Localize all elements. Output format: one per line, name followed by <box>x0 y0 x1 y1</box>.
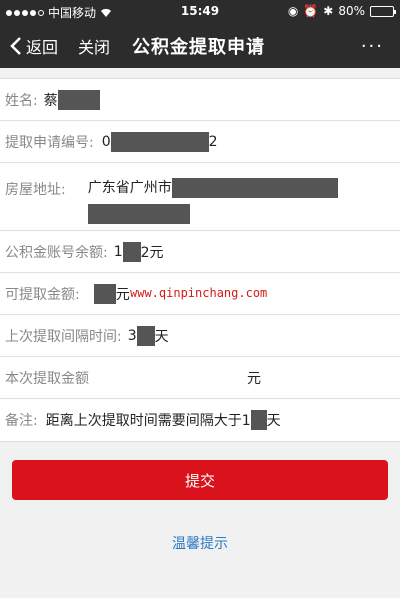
alarm-icon: ⏰ <box>303 4 319 18</box>
name-row: 姓名: 蔡 <box>0 79 400 121</box>
status-bar: 中国移动 15:49 ◉ ⏰ ✱ 80% <box>0 0 400 22</box>
remark-row: 备注: 距离上次提取时间需要间隔大于1 天 <box>0 399 400 441</box>
this-amount-row: 本次提取金额 元 <box>0 357 400 399</box>
last-interval-label: 上次提取间隔时间: <box>5 328 122 345</box>
balance-suffix: 2元 <box>140 244 164 261</box>
application-number-row: 提取申请编号: 0 2 <box>0 121 400 163</box>
balance-label: 公积金账号余额: <box>5 244 108 261</box>
lock-rotation-icon: ◉ <box>287 4 299 18</box>
redacted-block <box>110 131 209 152</box>
redacted-block <box>136 325 155 346</box>
balance-prefix: 1 <box>113 243 123 260</box>
name-label: 姓名: <box>5 92 38 109</box>
redacted-block <box>250 410 267 430</box>
chevron-left-icon <box>10 37 21 55</box>
address-row: 房屋地址: 广东省广州市 <box>0 163 400 231</box>
withdrawal-form: 姓名: 蔡 提取申请编号: 0 2 房屋地址: 广东省广州市 公积金账号余额: … <box>0 78 400 442</box>
watermark: www.qinpinchang.com <box>130 286 268 300</box>
withdrawable-suffix: 元 <box>115 286 130 303</box>
back-label: 返回 <box>26 38 59 57</box>
last-interval-row: 上次提取间隔时间: 3 天 <box>0 315 400 357</box>
warm-tips-link[interactable]: 温馨提示 <box>0 533 400 553</box>
redacted-block <box>57 89 100 110</box>
this-amount-suffix[interactable]: 元 <box>247 368 261 388</box>
redacted-block <box>93 283 116 304</box>
address-value: 广东省广州市 <box>87 180 172 196</box>
nav-bar: 返回 关闭 公积金提取申请 ··· <box>0 22 400 68</box>
more-menu-button[interactable]: ··· <box>361 36 384 57</box>
battery-percent: 80% <box>338 4 365 18</box>
redacted-block <box>171 178 338 198</box>
remark-suffix: 天 <box>266 413 281 429</box>
name-value: 蔡 <box>43 92 58 109</box>
application-number-suffix: 2 <box>208 133 218 150</box>
address-label: 房屋地址: <box>5 182 66 198</box>
close-button[interactable]: 关闭 <box>78 34 110 58</box>
withdrawable-label: 可提取金额: <box>5 286 80 303</box>
this-amount-label: 本次提取金额 <box>5 370 89 387</box>
address-value-block: 广东省广州市 <box>87 177 338 224</box>
application-number-label: 提取申请编号: <box>5 134 94 151</box>
remark-prefix: 距离上次提取时间需要间隔大于1 <box>45 413 251 429</box>
redacted-block <box>122 241 141 262</box>
submit-button[interactable]: 提交 <box>12 460 388 500</box>
bluetooth-icon: ✱ <box>323 4 334 18</box>
battery-icon <box>370 5 396 17</box>
remark-label: 备注: <box>5 413 38 429</box>
redacted-block <box>87 204 190 224</box>
balance-row: 公积金账号余额: 1 2元 <box>0 231 400 273</box>
status-right: ◉ ⏰ ✱ 80% <box>287 4 396 18</box>
last-interval-suffix: 天 <box>154 328 169 345</box>
application-number-prefix: 0 <box>101 133 111 150</box>
back-button[interactable]: 返回 <box>10 34 58 58</box>
last-interval-prefix: 3 <box>127 327 137 344</box>
page-title: 公积金提取申请 <box>132 37 265 58</box>
withdrawable-row: 可提取金额: 元 www.qinpinchang.com <box>0 273 400 315</box>
